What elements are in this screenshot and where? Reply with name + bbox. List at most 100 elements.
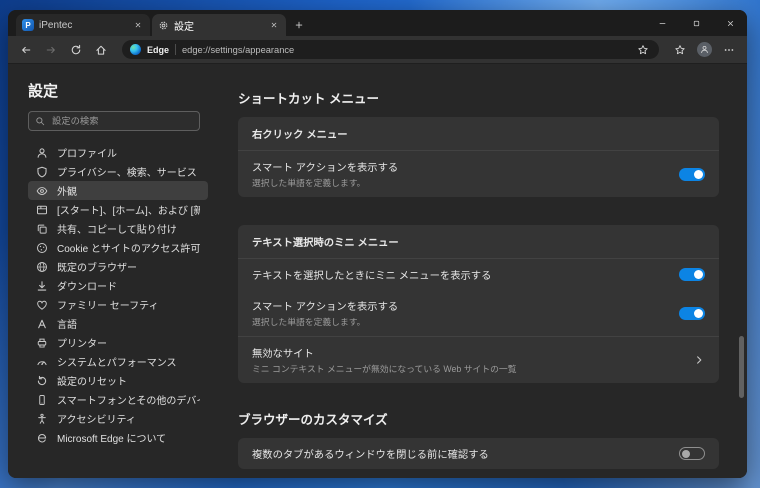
person-icon	[36, 147, 48, 159]
sidebar-item-accessibility[interactable]: アクセシビリティ	[28, 409, 208, 428]
sidebar-item-phone-devices[interactable]: スマートフォンとその他のデバイス	[28, 390, 208, 409]
sidebar-item-label: 外観	[57, 187, 77, 198]
sidebar-item-about-edge[interactable]: Microsoft Edge について	[28, 428, 208, 447]
sidebar-item-label: ダウンロード	[57, 282, 117, 293]
sidebar-item-cookies-permissions[interactable]: Cookie とサイトのアクセス許可	[28, 238, 208, 257]
sidebar-item-privacy[interactable]: プライバシー、検索、サービス	[28, 162, 208, 181]
sidebar-item-label: 言語	[57, 320, 77, 331]
browser-icon	[36, 261, 48, 273]
language-icon	[36, 318, 48, 330]
toggle-knob	[694, 308, 703, 318]
chevron-right-icon	[693, 354, 705, 366]
performance-icon	[36, 356, 48, 368]
setting-description: 選択した単語を定義します。	[252, 317, 366, 327]
sidebar-item-system-performance[interactable]: システムとパフォーマンス	[28, 352, 208, 371]
tab-bar: P iPentec 設定	[8, 10, 747, 36]
favorites-star-icon	[674, 44, 686, 56]
copy-icon	[36, 223, 48, 235]
sidebar-item-family-safety[interactable]: ファミリー セーフティ	[28, 295, 208, 314]
section-title-customize-browser: ブラウザーのカスタマイズ	[238, 413, 388, 427]
setting-row-confirm-close: 複数のタブがあるウィンドウを閉じる前に確認する	[238, 438, 719, 469]
scrollbar-thumb[interactable]	[739, 336, 744, 398]
tabs-icon	[36, 204, 48, 216]
minimize-button[interactable]	[645, 10, 679, 36]
edge-logo-icon	[36, 432, 48, 444]
card-header: 右クリック メニュー	[252, 130, 348, 141]
home-button[interactable]	[93, 42, 109, 58]
sidebar-item-default-browser[interactable]: 既定のブラウザー	[28, 257, 208, 276]
tab-label: 設定	[174, 21, 194, 33]
setting-label: テキストを選択したときにミニ メニューを表示する	[252, 271, 492, 282]
cookie-icon	[36, 242, 48, 254]
settings-page: 設定 プロファイル プライバシー、検索、サービス 外観 [スタート]、[ホーム]…	[8, 64, 747, 478]
site-badge: Edge	[147, 44, 170, 55]
sidebar-item-start-home-new-tabs[interactable]: [スタート]、[ホーム]、および [新規] タブ	[28, 200, 208, 219]
back-button[interactable]	[18, 42, 34, 58]
close-icon	[726, 19, 735, 28]
sidebar-item-label: プリンター	[57, 339, 107, 350]
sidebar-item-share-copy-paste[interactable]: 共有、コピーして貼り付け	[28, 219, 208, 238]
accessibility-icon	[36, 413, 48, 425]
toggle-confirm-close-multiple-tabs[interactable]	[679, 447, 705, 460]
sidebar-item-label: アクセシビリティ	[57, 415, 136, 426]
forward-arrow-icon	[45, 44, 57, 56]
plus-icon	[294, 20, 304, 30]
tab-close-icon[interactable]	[131, 19, 144, 32]
tab-close-icon[interactable]	[267, 19, 280, 32]
disabled-sites-row[interactable]: 無効なサイト ミニ コンテキスト メニューが無効になっている Web サイトの一…	[238, 337, 719, 383]
ipentec-favicon: P	[22, 19, 34, 31]
tab-label: iPentec	[39, 19, 73, 31]
sidebar-item-reset-settings[interactable]: 設定のリセット	[28, 371, 208, 390]
url-text: edge://settings/appearance	[182, 44, 295, 55]
home-icon	[95, 44, 107, 56]
sidebar-item-downloads[interactable]: ダウンロード	[28, 276, 208, 295]
toggle-knob	[682, 450, 690, 458]
sidebar-item-label: [スタート]、[ホーム]、および [新規] タブ	[57, 206, 200, 217]
sidebar-item-label: 既定のブラウザー	[57, 263, 137, 274]
refresh-button[interactable]	[68, 42, 84, 58]
sidebar-item-appearance[interactable]: 外観	[28, 181, 208, 200]
toggle-mini-menu-on-select[interactable]	[679, 268, 705, 281]
toggle-smart-actions-context-menu[interactable]	[679, 167, 705, 181]
card-header: テキスト選択時のミニ メニュー	[252, 238, 399, 249]
add-favorite-button[interactable]	[635, 42, 651, 58]
tab-ipentec[interactable]: P iPentec	[16, 14, 150, 36]
profile-avatar[interactable]	[697, 42, 712, 57]
refresh-icon	[70, 44, 82, 56]
shield-icon	[36, 166, 48, 178]
card-mini-menu: テキスト選択時のミニ メニュー テキストを選択したときにミニ メニューを表示する…	[238, 225, 719, 383]
toggle-knob	[694, 270, 703, 279]
back-arrow-icon	[20, 44, 32, 56]
setting-row-smart-actions: スマート アクションを表示する 選択した単語を定義します。	[238, 151, 719, 197]
tab-settings[interactable]: 設定	[152, 14, 286, 36]
address-bar[interactable]: Edge edge://settings/appearance	[122, 40, 659, 59]
favorites-button[interactable]	[672, 42, 688, 58]
sidebar-item-printers[interactable]: プリンター	[28, 333, 208, 352]
setting-description: ミニ コンテキスト メニューが無効になっている Web サイトの一覧	[252, 364, 517, 374]
search-input[interactable]	[50, 115, 193, 127]
sidebar-item-label: プロファイル	[57, 149, 117, 160]
eye-icon	[36, 185, 48, 197]
toggle-smart-actions-mini-menu[interactable]	[679, 306, 705, 320]
new-tab-button[interactable]	[288, 14, 310, 36]
setting-label: 複数のタブがあるウィンドウを閉じる前に確認する	[252, 450, 489, 461]
setting-label: スマート アクションを表示する	[252, 302, 399, 313]
setting-row-show-mini-menu: テキストを選択したときにミニ メニューを表示する	[238, 259, 719, 290]
settings-search-box[interactable]	[28, 111, 200, 131]
gear-icon	[158, 20, 169, 31]
forward-button[interactable]	[43, 42, 59, 58]
sidebar-item-languages[interactable]: 言語	[28, 314, 208, 333]
browser-menu-button[interactable]	[721, 42, 737, 58]
sidebar-item-label: 設定のリセット	[57, 377, 127, 388]
maximize-button[interactable]	[679, 10, 713, 36]
download-icon	[36, 280, 48, 292]
sidebar-item-profile[interactable]: プロファイル	[28, 143, 208, 162]
section-title-shortcut-menu: ショートカット メニュー	[238, 92, 379, 106]
close-button[interactable]	[713, 10, 747, 36]
sidebar-item-label: プライバシー、検索、サービス	[57, 168, 197, 179]
person-icon	[700, 45, 709, 54]
sidebar-item-label: システムとパフォーマンス	[57, 358, 177, 369]
browser-window: P iPentec 設定 Edge edge://settings/appear…	[8, 10, 747, 478]
